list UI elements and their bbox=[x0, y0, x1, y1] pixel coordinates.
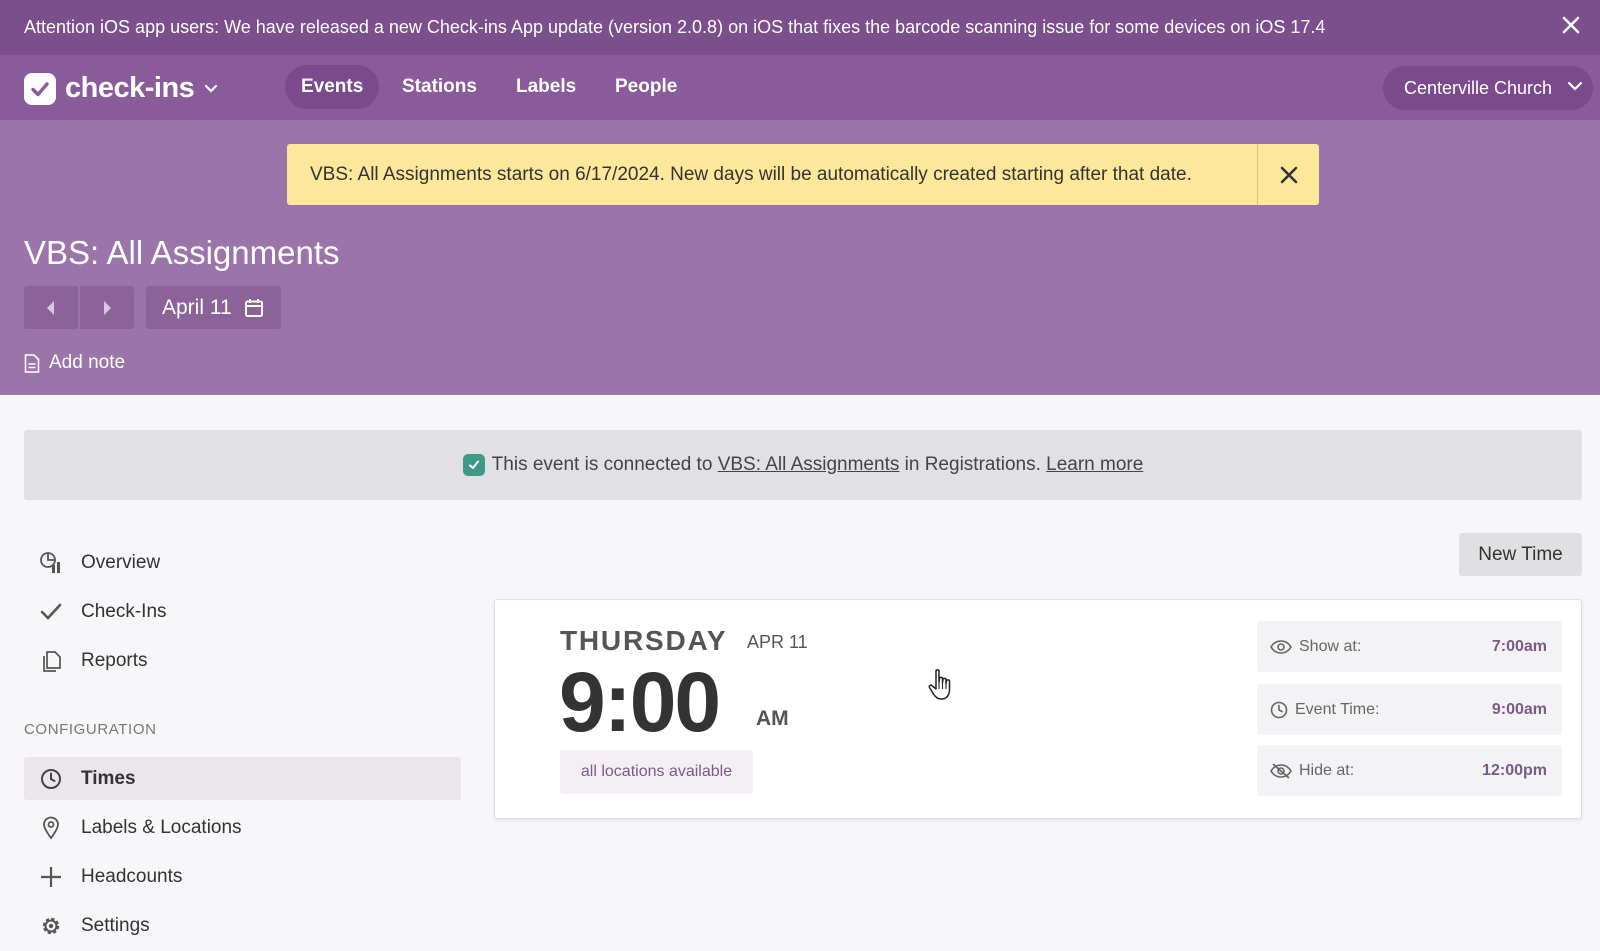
registrations-connection-banner: This event is connected to VBS: All Assi… bbox=[24, 430, 1582, 500]
sidebar-item-settings[interactable]: Settings bbox=[24, 904, 461, 947]
chevron-down-icon bbox=[204, 84, 218, 94]
close-announcement-button[interactable] bbox=[1556, 10, 1586, 40]
sidebar-item-label: Check-Ins bbox=[81, 600, 167, 622]
plus-icon bbox=[36, 866, 66, 888]
add-note-button[interactable]: Add note bbox=[24, 352, 125, 374]
connection-middle: in Registrations. bbox=[904, 454, 1041, 475]
app-switcher[interactable]: check-ins bbox=[24, 72, 218, 105]
start-date-alert: VBS: All Assignments starts on 6/17/2024… bbox=[287, 144, 1319, 205]
hide-at-label: Hide at: bbox=[1299, 761, 1355, 779]
event-time-row: Event Time: 9:00am bbox=[1257, 684, 1562, 735]
location-pin-icon bbox=[36, 816, 66, 840]
organization-name: Centerville Church bbox=[1404, 77, 1553, 98]
eye-icon bbox=[1270, 639, 1292, 654]
close-icon bbox=[1562, 16, 1580, 34]
check-icon bbox=[36, 603, 66, 621]
announcement-text: Attention iOS app users: We have release… bbox=[24, 17, 1326, 37]
sidebar-item-label: Reports bbox=[81, 649, 148, 671]
registrations-icon bbox=[462, 454, 485, 476]
next-day-button[interactable] bbox=[80, 286, 134, 329]
sidebar-item-reports[interactable]: Reports bbox=[24, 639, 461, 682]
dismiss-alert-button[interactable] bbox=[1257, 144, 1319, 205]
sidebar-item-labels-locations[interactable]: Labels & Locations bbox=[24, 806, 461, 849]
sidebar-item-label: Headcounts bbox=[81, 865, 183, 887]
new-time-button[interactable]: New Time bbox=[1459, 533, 1582, 576]
eye-slash-icon bbox=[1270, 762, 1292, 779]
sidebar-item-overview[interactable]: Overview bbox=[24, 541, 461, 584]
event-time-label: Event Time: bbox=[1295, 700, 1380, 718]
show-at-label: Show at: bbox=[1299, 637, 1362, 655]
announcement-bar: Attention iOS app users: We have release… bbox=[0, 0, 1600, 55]
sidebar-item-times[interactable]: Times bbox=[24, 757, 461, 800]
show-at-row: Show at: 7:00am bbox=[1257, 621, 1562, 672]
sidebar-item-label: Times bbox=[81, 767, 136, 789]
weekday: THURSDAY bbox=[560, 625, 728, 656]
check-ins-logo-icon bbox=[24, 72, 56, 105]
nav-tab-stations[interactable]: Stations bbox=[386, 65, 493, 109]
learn-more-link[interactable]: Learn more bbox=[1046, 454, 1143, 476]
nav-tab-events[interactable]: Events bbox=[285, 65, 380, 109]
reports-icon bbox=[36, 650, 66, 672]
am-pm: AM bbox=[756, 707, 789, 730]
configuration-section-label: CONFIGURATION bbox=[24, 721, 157, 738]
close-icon bbox=[1280, 166, 1297, 183]
event-time: 9:00 bbox=[559, 655, 721, 749]
note-icon bbox=[24, 353, 40, 373]
caret-left-icon bbox=[47, 300, 54, 315]
registration-event-link[interactable]: VBS: All Assignments bbox=[718, 454, 900, 476]
sidebar-item-headcounts[interactable]: Headcounts bbox=[24, 855, 461, 898]
hand-pointer-cursor-icon bbox=[928, 669, 951, 700]
sidebar-item-label: Settings bbox=[81, 914, 150, 936]
date-picker-button[interactable]: April 11 bbox=[146, 286, 281, 329]
date-label: April 11 bbox=[162, 295, 232, 319]
sidebar-item-label: Overview bbox=[81, 551, 161, 573]
chevron-down-icon bbox=[1567, 80, 1583, 92]
previous-day-button[interactable] bbox=[24, 286, 78, 329]
event-time-value: 9:00am bbox=[1491, 700, 1547, 718]
clock-icon bbox=[36, 768, 66, 790]
add-note-label: Add note bbox=[49, 352, 126, 373]
show-at-value: 7:00am bbox=[1491, 637, 1547, 655]
nav-tab-people[interactable]: People bbox=[599, 65, 693, 109]
event-header: VBS: All Assignments starts on 6/17/2024… bbox=[0, 120, 1600, 395]
sidebar-item-check-ins[interactable]: Check-Ins bbox=[24, 590, 461, 633]
page-title: VBS: All Assignments bbox=[24, 234, 340, 271]
organization-switcher[interactable]: Centerville Church bbox=[1383, 66, 1593, 110]
top-nav: check-ins Events Stations Labels People … bbox=[0, 55, 1600, 120]
sidebar-item-label: Labels & Locations bbox=[81, 816, 242, 838]
caret-right-icon bbox=[104, 300, 111, 315]
short-date: APR 11 bbox=[747, 632, 808, 652]
nav-tab-labels[interactable]: Labels bbox=[500, 65, 592, 109]
app-name: check-ins bbox=[65, 72, 195, 104]
event-time-card[interactable]: THURSDAY APR 11 9:00 AM all locations av… bbox=[494, 599, 1582, 819]
connection-prefix: This event is connected to bbox=[491, 454, 713, 475]
alert-text: VBS: All Assignments starts on 6/17/2024… bbox=[310, 163, 1192, 185]
hide-at-value: 12:00pm bbox=[1482, 761, 1547, 779]
hide-at-row: Hide at: 12:00pm bbox=[1257, 745, 1562, 796]
overview-icon bbox=[36, 551, 66, 575]
clock-icon bbox=[1270, 701, 1288, 718]
locations-badge: all locations available bbox=[560, 750, 753, 794]
calendar-icon bbox=[244, 298, 264, 318]
gear-icon bbox=[36, 914, 66, 938]
